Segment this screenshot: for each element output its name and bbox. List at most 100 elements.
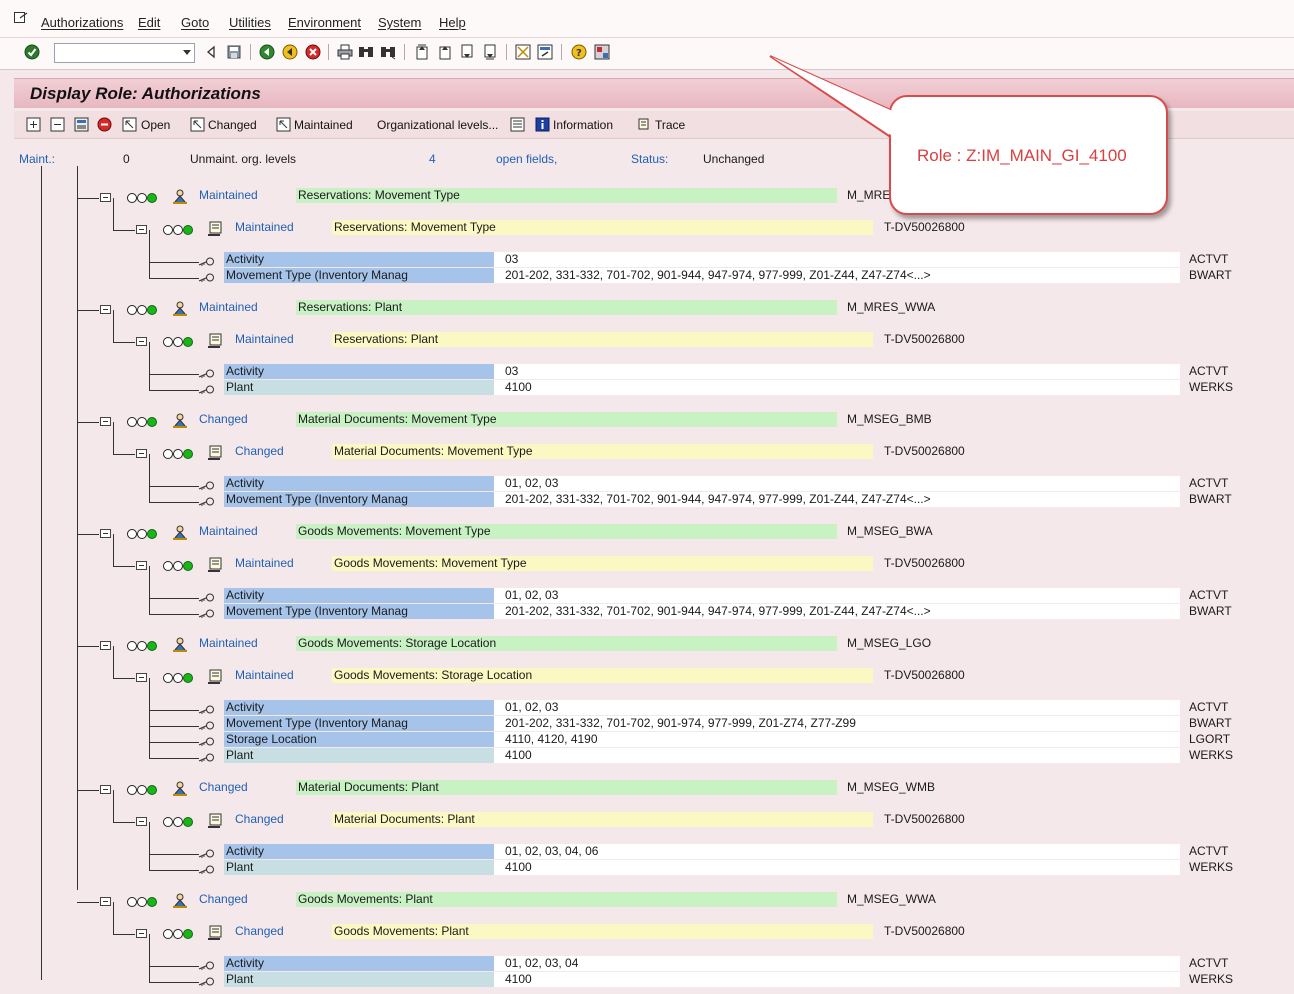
traffic-lights-icon — [127, 528, 157, 540]
collapse-node-icon[interactable] — [136, 449, 147, 458]
information-button[interactable]: Information — [553, 118, 613, 132]
tree-branch — [113, 678, 135, 679]
exit-icon[interactable] — [282, 44, 298, 60]
field-values[interactable]: 01, 02, 03 — [494, 588, 1180, 603]
print-icon[interactable] — [337, 44, 353, 60]
field-values[interactable]: 201-202, 331-332, 701-702, 901-944, 947-… — [494, 604, 1180, 619]
traffic-lights-icon — [163, 672, 193, 684]
changed-button[interactable]: Changed — [208, 118, 257, 132]
maintained-button[interactable]: Maintained — [294, 118, 353, 132]
collapse-node-icon[interactable] — [100, 305, 111, 314]
enter-icon[interactable] — [24, 44, 40, 60]
menu-goto[interactable]: Goto — [181, 15, 209, 30]
save-icon[interactable] — [226, 44, 242, 60]
list-icon[interactable] — [510, 117, 525, 132]
authorization-description: Goods Movements: Movement Type — [332, 556, 873, 571]
changed-icon[interactable] — [190, 117, 205, 132]
field-values[interactable]: 01, 02, 03, 04, 06 — [494, 844, 1180, 859]
collapse-node-icon[interactable] — [136, 225, 147, 234]
menu-edit[interactable]: Edit — [138, 15, 160, 30]
last-page-icon[interactable] — [482, 44, 498, 60]
open-icon[interactable] — [122, 117, 137, 132]
collapse-node-icon[interactable] — [136, 817, 147, 826]
collapse-node-icon[interactable] — [136, 337, 147, 346]
object-code: M_MSEG_BMB — [847, 412, 932, 426]
status-icon[interactable] — [97, 117, 112, 132]
field-key-icon — [198, 593, 214, 602]
field-values[interactable]: 4100 — [494, 748, 1180, 763]
object-status[interactable]: Changed — [199, 412, 248, 427]
shortcut-icon[interactable] — [537, 44, 553, 60]
chevron-down-icon[interactable] — [183, 50, 191, 55]
tree-branch — [149, 966, 199, 967]
command-field[interactable] — [54, 43, 195, 63]
help-icon[interactable]: ? — [571, 44, 587, 60]
authorization-status[interactable]: Changed — [235, 812, 284, 827]
field-values[interactable]: 03 — [494, 364, 1180, 379]
field-key-icon — [198, 865, 214, 874]
collapse-node-icon[interactable] — [100, 193, 111, 202]
menu-utilities[interactable]: Utilities — [229, 15, 271, 30]
authorization-status[interactable]: Changed — [235, 444, 284, 459]
collapse-node-icon[interactable] — [100, 641, 111, 650]
back-icon[interactable] — [203, 44, 219, 60]
trace-button[interactable]: Trace — [655, 118, 685, 132]
collapse-node-icon[interactable] — [100, 529, 111, 538]
menu-help[interactable]: Help — [439, 15, 466, 30]
information-icon[interactable] — [535, 117, 550, 132]
cancel-icon[interactable] — [305, 44, 321, 60]
object-status[interactable]: Maintained — [199, 636, 258, 651]
expand-all-icon[interactable] — [26, 117, 41, 132]
collapse-node-icon[interactable] — [100, 897, 111, 906]
field-values[interactable]: 03 — [494, 252, 1180, 267]
create-session-icon[interactable] — [515, 44, 531, 60]
authorization-status[interactable]: Maintained — [235, 332, 294, 347]
sap-menu-icon[interactable] — [14, 12, 28, 24]
field-values[interactable]: 4110, 4120, 4190 — [494, 732, 1180, 747]
collapse-node-icon[interactable] — [100, 417, 111, 426]
field-values[interactable]: 201-202, 331-332, 701-702, 901-944, 947-… — [494, 492, 1180, 507]
next-page-icon[interactable] — [459, 44, 475, 60]
collapse-all-icon[interactable] — [50, 117, 65, 132]
collapse-node-icon[interactable] — [136, 929, 147, 938]
authorization-status[interactable]: Maintained — [235, 556, 294, 571]
field-values[interactable]: 4100 — [494, 860, 1180, 875]
field-name: Storage Location — [224, 732, 495, 747]
field-values[interactable]: 201-202, 331-332, 701-702, 901-944, 947-… — [494, 268, 1180, 283]
field-values[interactable]: 4100 — [494, 380, 1180, 395]
prev-page-icon[interactable] — [437, 44, 453, 60]
traffic-lights-icon — [127, 416, 157, 428]
back-nav-icon[interactable] — [259, 44, 275, 60]
find-next-icon[interactable] — [380, 44, 396, 60]
menu-environment[interactable]: Environment — [288, 15, 361, 30]
object-status[interactable]: Changed — [199, 780, 248, 795]
first-page-icon[interactable] — [414, 44, 430, 60]
object-status[interactable]: Maintained — [199, 188, 258, 203]
authorization-status[interactable]: Maintained — [235, 668, 294, 683]
object-status[interactable]: Maintained — [199, 300, 258, 315]
org-levels-button[interactable]: Organizational levels... — [377, 118, 498, 132]
collapse-node-icon[interactable] — [136, 673, 147, 682]
tree-branch — [149, 390, 199, 391]
collapse-node-icon[interactable] — [100, 785, 111, 794]
collapse-node-icon[interactable] — [136, 561, 147, 570]
field-values[interactable]: 4100 — [494, 972, 1180, 987]
find-icon[interactable] — [358, 44, 374, 60]
authorization-status[interactable]: Changed — [235, 924, 284, 939]
tree-branch — [113, 790, 114, 822]
layout-icon[interactable] — [594, 44, 610, 60]
object-description: Reservations: Movement Type — [296, 188, 837, 203]
menu-authorizations[interactable]: Authorizations — [41, 15, 123, 30]
field-values[interactable]: 201-202, 331-332, 701-702, 901-974, 977-… — [494, 716, 1180, 731]
field-values[interactable]: 01, 02, 03, 04 — [494, 956, 1180, 971]
maintained-icon[interactable] — [276, 117, 291, 132]
menu-system[interactable]: System — [378, 15, 421, 30]
field-values[interactable]: 01, 02, 03 — [494, 700, 1180, 715]
object-status[interactable]: Maintained — [199, 524, 258, 539]
field-values[interactable]: 01, 02, 03 — [494, 476, 1180, 491]
authorization-status[interactable]: Maintained — [235, 220, 294, 235]
template-icon[interactable] — [74, 117, 89, 132]
open-button[interactable]: Open — [141, 118, 170, 132]
trace-icon[interactable] — [636, 117, 651, 132]
object-status[interactable]: Changed — [199, 892, 248, 907]
